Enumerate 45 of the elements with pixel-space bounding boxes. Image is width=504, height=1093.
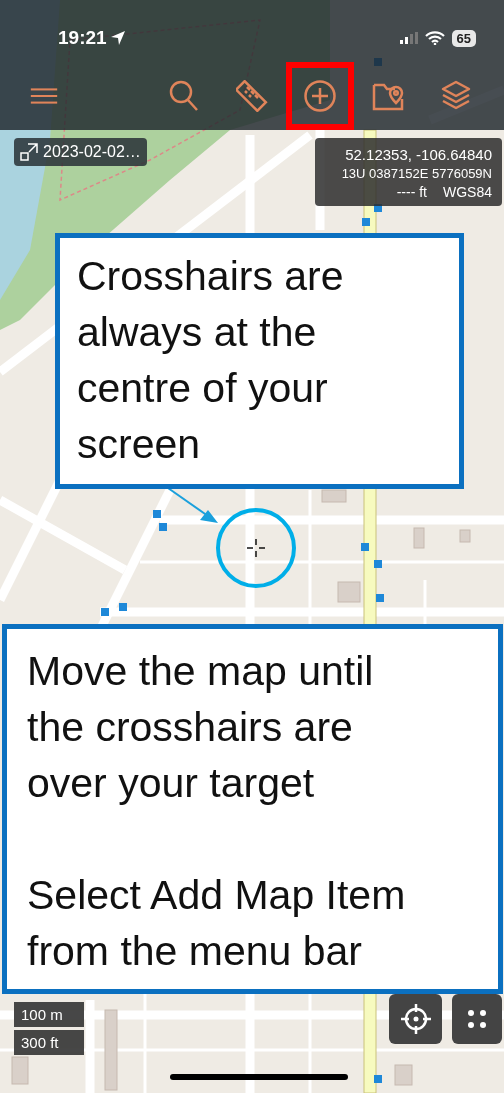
location-arrow-icon xyxy=(109,30,126,46)
building-shape xyxy=(337,581,361,603)
track-chip[interactable]: 2023-02-02… xyxy=(14,138,147,166)
track-name: 2023-02-02… xyxy=(43,143,141,161)
locate-icon xyxy=(400,1004,431,1034)
stop-marker xyxy=(119,603,127,611)
menu-icon xyxy=(30,86,58,106)
utm-text: 13U 0387152E 5776059N xyxy=(341,166,492,181)
stop-marker xyxy=(153,510,161,518)
search-icon xyxy=(169,80,199,112)
crosshair-icon xyxy=(246,538,266,558)
folder-pin-icon xyxy=(372,81,404,111)
datum-text: WGS84 xyxy=(443,184,492,200)
stop-marker xyxy=(361,543,369,551)
stop-marker xyxy=(159,523,167,531)
callout-text: Select Add Map Item from the menu bar xyxy=(27,871,407,976)
battery-level: 65 xyxy=(451,29,476,47)
building-shape xyxy=(459,529,471,543)
add-button[interactable] xyxy=(286,62,354,130)
scale-metric: 100 m xyxy=(14,1002,84,1027)
building-shape xyxy=(413,527,425,549)
stop-marker xyxy=(374,560,382,568)
layers-icon xyxy=(441,80,471,112)
stop-marker xyxy=(101,608,109,616)
grid-button[interactable] xyxy=(452,994,502,1044)
building-shape xyxy=(321,489,347,503)
expand-icon xyxy=(20,143,38,161)
building-shape xyxy=(11,1056,29,1085)
callout-arrow xyxy=(167,487,218,523)
stop-marker xyxy=(362,218,370,226)
stop-marker xyxy=(376,594,384,602)
lat-lon-text: 52.12353, -106.64840 xyxy=(345,146,492,163)
wifi-icon xyxy=(424,31,445,45)
signal-icon xyxy=(399,32,418,44)
elevation-text: ---- ft xyxy=(396,184,427,200)
scale-imperial: 300 ft xyxy=(14,1030,84,1055)
callout-text: Crosshairs are always at the centre of your screen xyxy=(77,252,345,469)
add-icon xyxy=(304,80,336,112)
ruler-icon xyxy=(236,80,268,112)
callout-text: Move the map until the crosshairs are over your target xyxy=(27,647,375,808)
building-shape xyxy=(394,1064,413,1086)
dots-grid-icon xyxy=(467,1009,487,1029)
locate-button[interactable] xyxy=(389,994,442,1044)
status-time: 19:21 xyxy=(58,27,107,49)
stop-marker xyxy=(374,1075,382,1083)
